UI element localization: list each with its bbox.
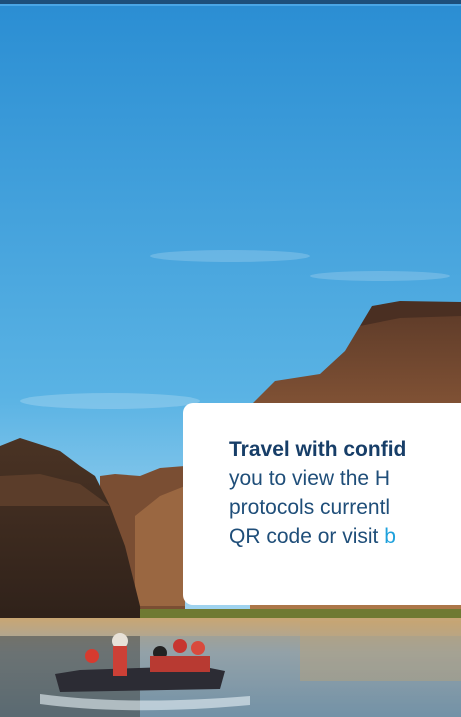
hero-river-canyon-image: [0, 6, 461, 717]
travel-confidence-card: Travel with confid you to view the H pro…: [183, 403, 461, 605]
card-heading: Travel with confid: [229, 438, 407, 461]
card-line-2: protocols currentl: [229, 496, 391, 519]
card-line-3-text: QR code or visit: [229, 525, 385, 548]
card-line-3: QR code or visit b: [229, 522, 461, 551]
card-line-1: you to view the H: [229, 467, 391, 490]
website-link[interactable]: b: [384, 525, 396, 548]
